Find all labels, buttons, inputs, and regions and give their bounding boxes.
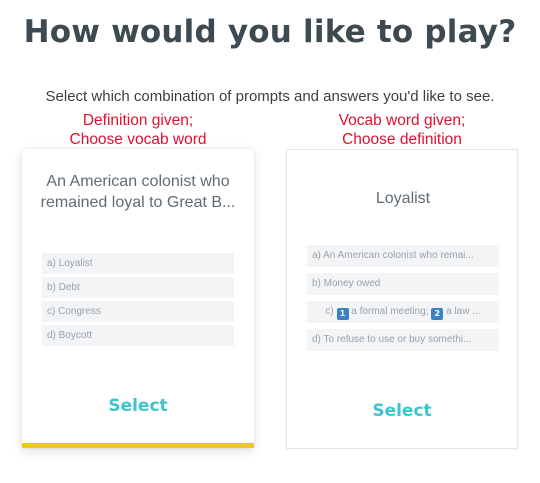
answer-option: b) Debt [42, 277, 234, 298]
annotation-right: Vocab word given; Choose definition [286, 111, 518, 149]
select-button-definition-to-term[interactable]: Select [22, 396, 254, 416]
annotation-left-line-2: Choose vocab word [69, 131, 207, 148]
answer-option-part: a law ... [446, 306, 481, 317]
annotation-left-line-1: Definition given; [82, 112, 194, 129]
answer-option-part: a formal meeting; [351, 306, 429, 317]
annotation-right-line-2: Choose definition [342, 131, 462, 148]
answer-options: a) An American colonist who remai... b) … [307, 245, 499, 357]
keycap-1-icon: 1 [336, 308, 349, 320]
answer-option: a) Loyalist [42, 253, 234, 274]
mode-card-term-to-definition[interactable]: Loyalist a) An American colonist who rem… [286, 149, 518, 449]
page-title: How would you like to play? [23, 14, 517, 50]
mode-card-definition-to-term[interactable]: An American colonist who remained loyal … [22, 149, 254, 448]
answer-option: a) An American colonist who remai... [307, 245, 499, 267]
annotation-right-line-1: Vocab word given; [338, 112, 466, 129]
answer-option: c) Congress [42, 301, 234, 322]
answer-option: d) Boycott [42, 325, 234, 346]
answer-option: c) 1 a formal meeting; 2 a law ... [307, 301, 499, 323]
select-button-term-to-definition[interactable]: Select [287, 401, 517, 421]
card-prompt: An American colonist who remained loyal … [40, 173, 236, 211]
answer-option: b) Money owed [307, 273, 499, 295]
page-subtitle: Select which combination of prompts and … [45, 88, 495, 105]
answer-option-prefix: c) [325, 306, 334, 317]
answer-option: d) To refuse to use or buy somethi... [307, 329, 499, 351]
annotation-left: Definition given; Choose vocab word [22, 111, 254, 149]
keycap-2-icon: 2 [431, 308, 444, 320]
answer-options: a) Loyalist b) Debt c) Congress d) Boyco… [42, 253, 234, 349]
card-prompt: Loyalist [375, 190, 431, 207]
mode-select-page: How would you like to play? Select which… [0, 0, 540, 483]
